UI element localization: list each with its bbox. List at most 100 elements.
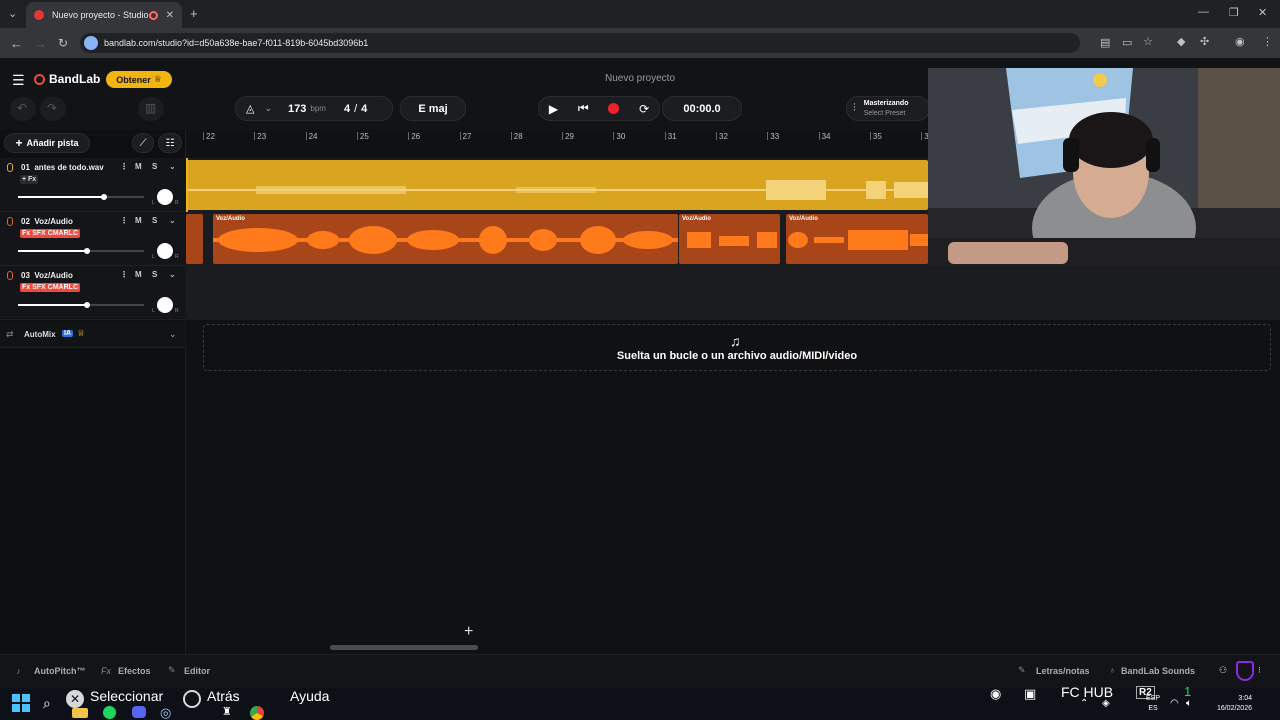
app-icon[interactable]: ♜ xyxy=(222,705,232,718)
steam-icon[interactable]: ◎ xyxy=(160,705,171,720)
browser-tab[interactable]: Nuevo proyecto - Studio ✕ xyxy=(26,2,182,28)
volume-thumb[interactable] xyxy=(84,248,90,254)
mastering-button[interactable]: ⫶ Masterizando Select Preset xyxy=(846,96,930,121)
volume-slider[interactable] xyxy=(18,248,90,254)
key-selector[interactable]: E maj xyxy=(400,96,466,121)
hamburger-menu-icon[interactable]: ☰ xyxy=(12,72,25,89)
audio-region-voz-1[interactable]: Voz/Audio xyxy=(213,214,678,264)
timeline-ruler[interactable]: 22 23 24 25 26 27 28 29 30 31 32 33 34 35 3 xyxy=(186,130,929,156)
time-sig-denominator[interactable]: 4 xyxy=(361,103,367,115)
play-icon[interactable]: ▶ xyxy=(549,102,558,116)
volume-thumb[interactable] xyxy=(101,194,107,200)
collaborate-icon[interactable]: ⚇ xyxy=(1219,665,1227,676)
profile-icon[interactable]: ◉ xyxy=(1235,35,1245,48)
bandlab-logo[interactable]: BandLab xyxy=(34,72,100,86)
autopitch-button[interactable]: AutoPitch™ xyxy=(34,666,86,676)
track-options-icon[interactable]: ⋮ xyxy=(120,270,128,279)
mute-button[interactable]: M xyxy=(135,270,142,279)
tuner-button[interactable]: ⟋ xyxy=(132,133,154,153)
close-tab-icon[interactable]: ✕ xyxy=(166,10,174,21)
new-tab-icon[interactable]: + xyxy=(190,6,198,21)
record-icon[interactable] xyxy=(608,103,620,114)
mute-button[interactable]: M xyxy=(135,162,142,171)
forward-icon[interactable]: → xyxy=(34,36,47,51)
track-options-icon[interactable]: ⋮ xyxy=(120,216,128,225)
bandlab-sounds-button[interactable]: BandLab Sounds xyxy=(1121,666,1195,676)
add-track-button[interactable]: + Añadir pista xyxy=(4,133,90,153)
drop-zone[interactable]: ♫ Suelta un bucle o un archivo audio/MID… xyxy=(203,324,1271,371)
bpm-value[interactable]: 173 xyxy=(288,103,306,115)
tab-search-icon[interactable]: ⌄ xyxy=(8,7,17,20)
track-row-2[interactable]: 02 Voz/Audio ⋮ M S ⌄ Fx SFX CMARLC L R xyxy=(0,212,186,266)
obtener-button[interactable]: Obtener ♕ xyxy=(106,71,172,88)
track-lane-3[interactable] xyxy=(186,266,1280,320)
more-options-icon[interactable]: ⁝ xyxy=(1258,665,1261,676)
browser-menu-icon[interactable]: ⋮ xyxy=(1262,35,1273,48)
editor-button[interactable]: Editor xyxy=(184,666,210,676)
extension-diamond-icon[interactable]: ◆ xyxy=(1177,35,1185,48)
tray-overflow-icon[interactable]: ⌃ xyxy=(1080,698,1088,709)
close-window-icon[interactable]: ✕ xyxy=(1258,6,1267,19)
efectos-button[interactable]: Efectos xyxy=(118,666,151,676)
audio-region-voz-2[interactable]: Voz/Audio xyxy=(679,214,780,264)
fx-chain-badge[interactable]: Fx SFX CMARLC xyxy=(20,283,80,292)
volume-slider[interactable] xyxy=(18,302,90,308)
track-title[interactable]: Voz/Audio xyxy=(34,271,73,280)
time-sig-numerator[interactable]: 4 xyxy=(344,103,350,115)
automix-row[interactable]: ⇄ AutoMix IA ♕ ⌄ xyxy=(0,322,186,348)
audio-region-voz-0[interactable] xyxy=(186,214,203,264)
audio-region-track1[interactable] xyxy=(186,160,928,210)
pan-knob[interactable] xyxy=(157,297,173,313)
expand-chevron-icon[interactable]: ⌄ xyxy=(169,270,176,279)
reading-mode-icon[interactable]: ▤ xyxy=(1100,36,1110,49)
automix-chevron-icon[interactable]: ⌄ xyxy=(169,329,177,340)
track-title[interactable]: antes de todo.wav xyxy=(34,163,103,172)
volume-icon[interactable]: 🔈︎ xyxy=(1186,698,1192,709)
minimize-icon[interactable]: — xyxy=(1198,6,1209,18)
time-display[interactable]: 00:00.0 xyxy=(662,96,742,121)
chrome-icon[interactable] xyxy=(250,706,264,720)
mute-button[interactable]: M xyxy=(135,216,142,225)
pan-knob[interactable] xyxy=(157,189,173,205)
reload-icon[interactable]: ↻ xyxy=(58,36,68,50)
extensions-puzzle-icon[interactable]: ✣ xyxy=(1200,35,1209,48)
site-info-icon[interactable] xyxy=(84,36,98,50)
solo-button[interactable]: S xyxy=(152,216,157,225)
add-fx-button[interactable]: + Fx xyxy=(20,175,39,184)
bookmark-star-icon[interactable]: ☆ xyxy=(1143,35,1153,48)
cast-icon[interactable]: ▭ xyxy=(1122,36,1132,49)
track-row-3[interactable]: 03 Voz/Audio ⋮ M S ⌄ Fx SFX CMARLC L R xyxy=(0,266,186,320)
back-icon[interactable]: ← xyxy=(10,36,23,51)
playhead[interactable] xyxy=(186,158,188,212)
fx-chain-badge[interactable]: Fx SFX CMARLC xyxy=(20,229,80,238)
audio-region-voz-3[interactable]: Voz/Audio xyxy=(786,214,928,264)
metronome-icon[interactable]: ◬ xyxy=(246,102,254,115)
search-icon[interactable]: ⌕ xyxy=(43,695,51,712)
expand-chevron-icon[interactable]: ⌄ xyxy=(169,216,176,225)
redo-button[interactable]: ↷ xyxy=(40,97,66,121)
solo-button[interactable]: S xyxy=(152,270,157,279)
tray-app-icon[interactable]: ◈ xyxy=(1102,698,1110,709)
discord-icon[interactable] xyxy=(132,706,146,718)
track-options-icon[interactable]: ⋮ xyxy=(120,162,128,171)
track-settings-button[interactable]: ☷ xyxy=(158,133,182,153)
undo-button[interactable]: ↶ xyxy=(10,97,36,121)
letras-notas-button[interactable]: Letras/notas xyxy=(1036,666,1090,676)
clock[interactable]: 3:04 16/02/2026 xyxy=(1204,694,1252,714)
loop-icon[interactable]: ⟳ xyxy=(639,102,649,116)
url-bar[interactable]: bandlab.com/studio?id=d50a638e-bae7-f011… xyxy=(80,33,1080,53)
metronome-dropdown-icon[interactable]: ⌄ xyxy=(264,103,272,114)
windows-start-icon[interactable] xyxy=(12,694,30,712)
volume-thumb[interactable] xyxy=(84,302,90,308)
project-title[interactable]: Nuevo proyecto xyxy=(560,73,720,84)
language-indicator[interactable]: ESP ES xyxy=(1146,694,1160,714)
expand-chevron-icon[interactable]: ⌄ xyxy=(169,162,176,171)
pan-knob[interactable] xyxy=(157,243,173,259)
spotify-icon[interactable] xyxy=(103,706,116,719)
skip-to-start-icon[interactable]: ⏮ xyxy=(578,101,589,116)
volume-slider[interactable] xyxy=(18,194,107,200)
keyboard-button[interactable]: ▥ xyxy=(138,97,164,121)
file-explorer-icon[interactable] xyxy=(72,708,88,718)
horizontal-scrollbar[interactable] xyxy=(330,645,478,650)
solo-button[interactable]: S xyxy=(152,162,157,171)
